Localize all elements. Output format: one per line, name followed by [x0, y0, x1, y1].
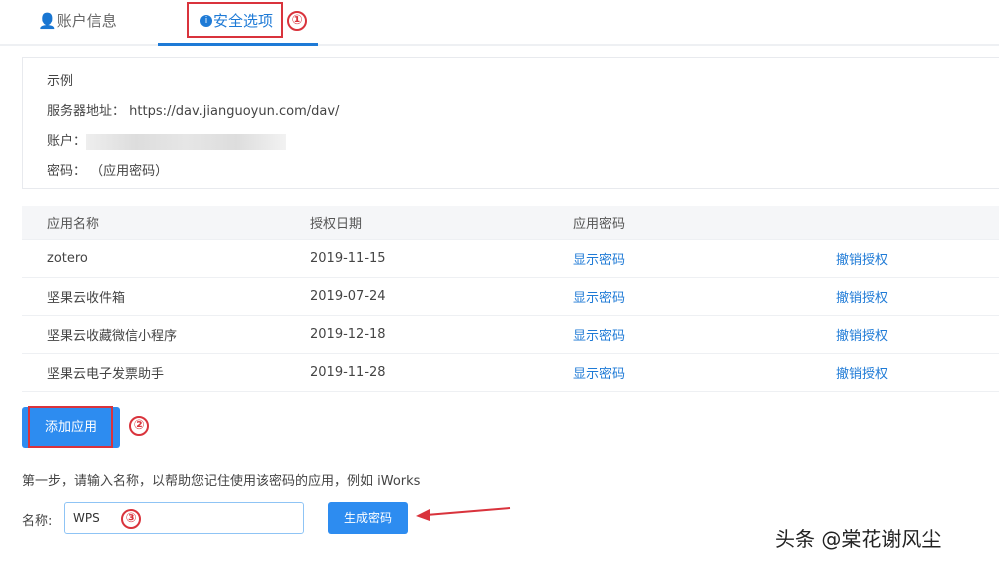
show-password-link[interactable]: 显示密码: [573, 253, 625, 268]
annotation-1: ①: [287, 11, 307, 31]
table-row: 坚果云电子发票助手 2019-11-28 显示密码 撤销授权: [22, 353, 999, 391]
server-address: 服务器地址： https://dav.jianguoyun.com/dav/: [47, 104, 340, 119]
revoke-link[interactable]: 撤销授权: [836, 329, 888, 344]
active-tab-indicator: [158, 43, 318, 46]
table-row: 坚果云收件箱 2019-07-24 显示密码 撤销授权: [22, 277, 999, 315]
annotation-3: ③: [121, 509, 141, 529]
example-panel: 示例 服务器地址： https://dav.jianguoyun.com/dav…: [22, 57, 999, 189]
annotation-box: [28, 406, 113, 448]
annotation-box: [187, 2, 283, 38]
revoke-link[interactable]: 撤销授权: [836, 253, 888, 268]
annotation-2: ②: [129, 416, 149, 436]
name-input[interactable]: [64, 502, 304, 534]
step-instruction: 第一步，请输入名称，以帮助您记住使用该密码的应用，例如 iWorks: [22, 474, 421, 489]
user-icon: 👤: [38, 11, 57, 30]
arrow-icon: [416, 507, 511, 521]
revoke-link[interactable]: 撤销授权: [836, 367, 888, 382]
table-header: 应用名称 授权日期 应用密码: [22, 206, 999, 239]
name-label: 名称:: [22, 514, 53, 529]
app-passwords-table: 应用名称 授权日期 应用密码 zotero 2019-11-15 显示密码 撤销授权 坚果…: [22, 206, 999, 392]
tab-bar: 👤 账户信息 i 安全选项: [0, 0, 999, 46]
table-row: zotero 2019-11-15 显示密码 撤销授权: [22, 239, 999, 277]
show-password-link[interactable]: 显示密码: [573, 329, 625, 344]
show-password-link[interactable]: 显示密码: [573, 367, 625, 382]
table-row: 坚果云收藏微信小程序 2019-12-18 显示密码 撤销授权: [22, 315, 999, 353]
password: 密码： （应用密码）: [47, 164, 169, 179]
generate-password-button[interactable]: 生成密码: [328, 502, 408, 534]
example-title: 示例: [47, 74, 74, 89]
account: 账户：: [47, 130, 287, 150]
revoke-link[interactable]: 撤销授权: [836, 291, 888, 306]
tab-account-info[interactable]: 👤 账户信息: [38, 10, 117, 31]
show-password-link[interactable]: 显示密码: [573, 291, 625, 306]
blurred-account: [86, 133, 287, 150]
watermark: 头条 @棠花谢风尘: [775, 527, 942, 551]
